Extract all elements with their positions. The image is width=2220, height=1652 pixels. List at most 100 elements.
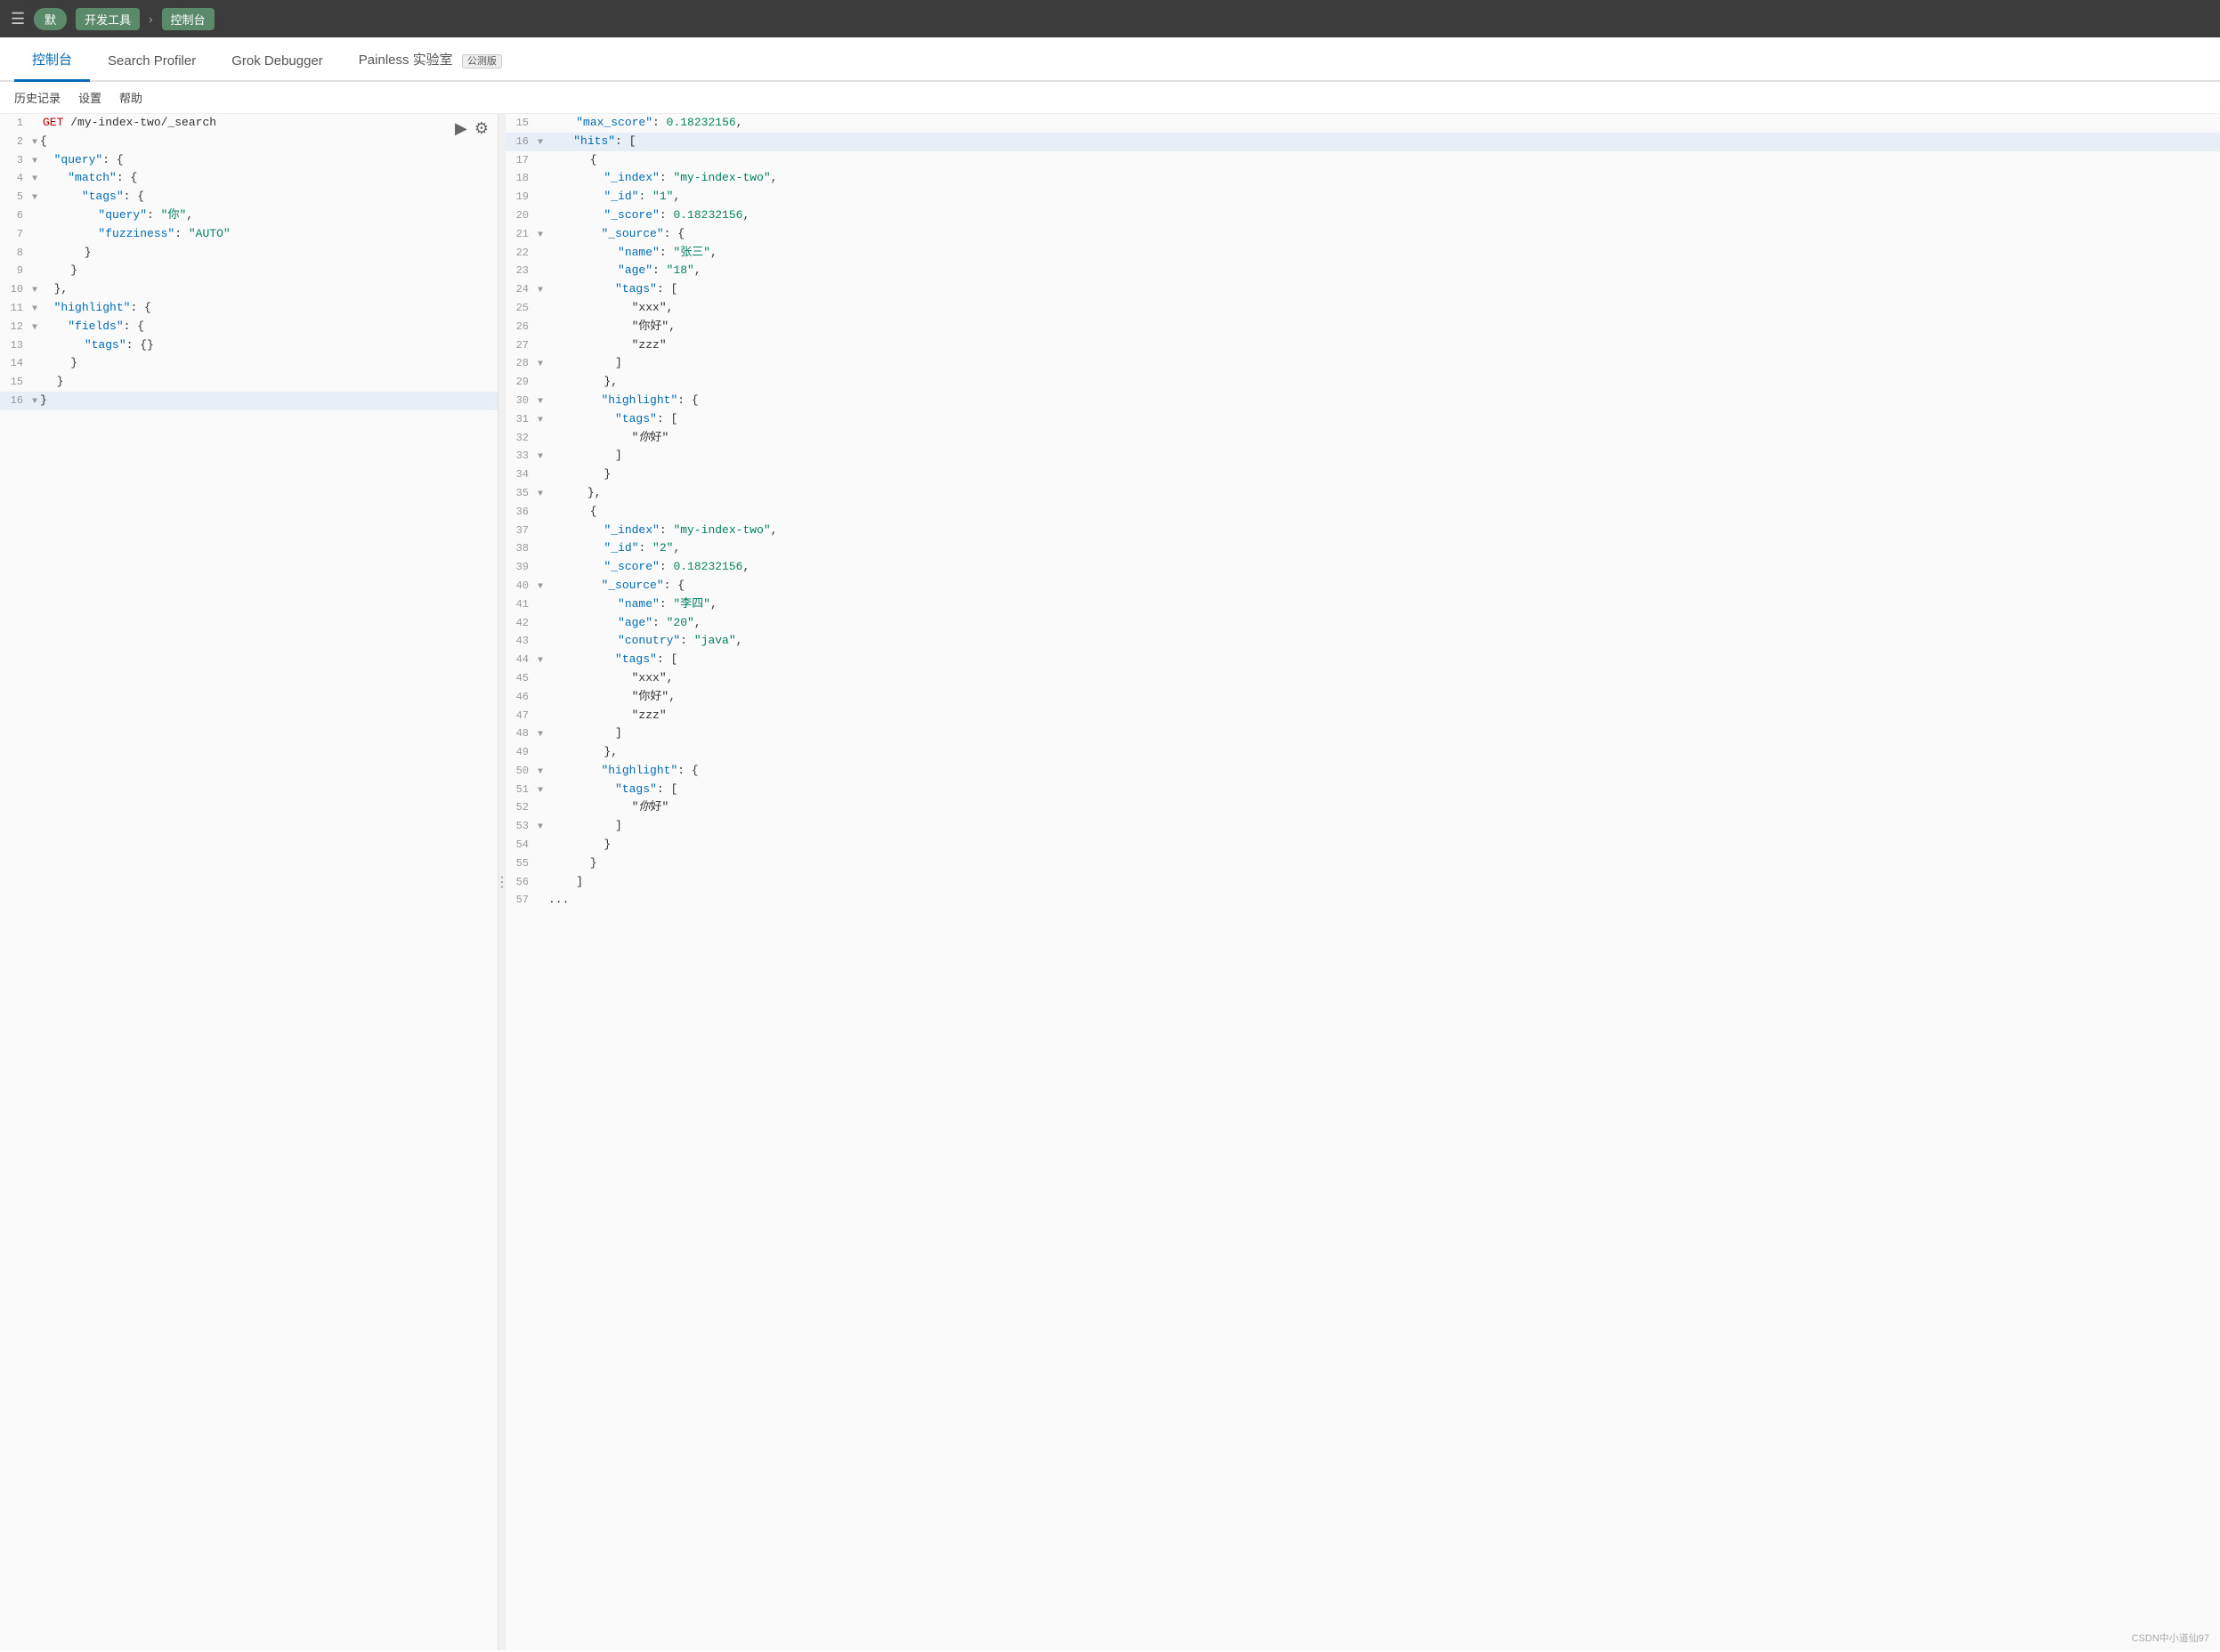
line-number: 16 [509, 134, 538, 150]
line-number: 35 [509, 485, 538, 502]
history-button[interactable]: 历史记录 [14, 89, 61, 106]
response-panel: 15 "max_score": 0.18232156,16▼ "hits": [… [506, 114, 2220, 1650]
editor-line: 16▼} [0, 392, 498, 410]
line-number: 54 [509, 837, 538, 854]
line-content: "name": "张三", [548, 244, 2216, 263]
run-button[interactable]: ▶ [455, 119, 467, 138]
fold-arrow-icon[interactable]: ▼ [538, 284, 543, 298]
editor-line: 2▼{ [0, 133, 498, 151]
response-line: 49 }, [506, 743, 2220, 762]
fold-arrow-icon[interactable]: ▼ [32, 284, 37, 298]
breadcrumb-devtools[interactable]: 开发工具 [76, 8, 140, 30]
line-content: "name": "李四", [548, 595, 2216, 614]
fold-arrow-icon[interactable]: ▼ [538, 654, 543, 668]
line-number: 27 [509, 337, 538, 354]
line-number: 44 [509, 652, 538, 668]
fold-arrow-icon[interactable]: ▼ [538, 580, 543, 595]
breadcrumb-console[interactable]: 控制台 [162, 8, 215, 30]
line-content: "conutry": "java", [548, 632, 2216, 651]
response-line: 22 "name": "张三", [506, 244, 2220, 263]
tab-pill[interactable]: 默 [34, 8, 67, 30]
line-content: { [548, 503, 2216, 522]
fold-arrow-icon[interactable]: ▼ [538, 136, 543, 150]
line-number: 29 [509, 374, 538, 391]
fold-arrow-icon[interactable]: ▼ [538, 821, 543, 835]
editor-line: 5▼ "tags": { [0, 188, 498, 206]
line-content: } [548, 854, 2216, 873]
menu-icon[interactable]: ☰ [11, 10, 25, 28]
line-number: 55 [509, 855, 538, 872]
copy-as-curl-button[interactable]: ⚙ [474, 119, 489, 138]
line-number: 26 [509, 319, 538, 336]
line-content: }, [40, 280, 494, 299]
fold-arrow-icon[interactable]: ▼ [32, 191, 37, 206]
line-content: ] [546, 447, 2216, 466]
line-number: 10 [4, 281, 32, 298]
line-number: 48 [509, 725, 538, 742]
line-content: "_source": { [546, 577, 2216, 595]
line-number: 7 [4, 226, 32, 243]
line-number: 32 [509, 430, 538, 447]
line-number: 49 [509, 744, 538, 761]
line-content: "xxx", [548, 669, 2216, 688]
editor-line: 4▼ "match": { [0, 169, 498, 188]
line-content: "你好" [548, 429, 2216, 448]
response-line: 34 } [506, 466, 2220, 484]
tab-console[interactable]: 控制台 [14, 37, 90, 82]
response-line: 57... [506, 891, 2220, 910]
fold-arrow-icon[interactable]: ▼ [538, 488, 543, 502]
fold-arrow-icon[interactable]: ▼ [538, 765, 543, 780]
line-number: 38 [509, 540, 538, 557]
fold-arrow-icon[interactable]: ▼ [538, 358, 543, 372]
line-number: 30 [509, 393, 538, 409]
line-content: "xxx", [548, 299, 2216, 318]
response-line: 28▼ ] [506, 354, 2220, 373]
line-number: 50 [509, 763, 538, 780]
panel-divider[interactable]: ⋮ [498, 114, 506, 1650]
query-editor-panel: ▶ ⚙ 1GET /my-index-two/_search2▼{3▼ "que… [0, 114, 498, 1650]
fold-arrow-icon[interactable]: ▼ [32, 173, 37, 187]
response-line: 26 "你好", [506, 318, 2220, 336]
tab-grok-debugger[interactable]: Grok Debugger [214, 41, 341, 82]
line-content: "highlight": { [40, 299, 494, 318]
fold-arrow-icon[interactable]: ▼ [32, 303, 37, 317]
line-number: 53 [509, 818, 538, 835]
line-number: 24 [509, 281, 538, 298]
toolbar: 历史记录 设置 帮助 [0, 82, 2220, 114]
line-number: 6 [4, 207, 32, 224]
editor-line: 15 } [0, 373, 498, 392]
line-content: "tags": [ [546, 410, 2216, 429]
response-line: 19 "_id": "1", [506, 188, 2220, 206]
response-line: 46 "你好", [506, 688, 2220, 707]
code-editor[interactable]: 1GET /my-index-two/_search2▼{3▼ "query":… [0, 114, 498, 1650]
fold-arrow-icon[interactable]: ▼ [538, 414, 543, 428]
fold-arrow-icon[interactable]: ▼ [32, 136, 37, 150]
fold-arrow-icon[interactable]: ▼ [538, 395, 543, 409]
line-number: 33 [509, 448, 538, 465]
fold-arrow-icon[interactable]: ▼ [538, 229, 543, 243]
fold-arrow-icon[interactable]: ▼ [538, 450, 543, 465]
tab-search-profiler[interactable]: Search Profiler [90, 41, 214, 82]
line-number: 43 [509, 633, 538, 650]
fold-arrow-icon[interactable]: ▼ [32, 155, 37, 169]
fold-arrow-icon[interactable]: ▼ [32, 395, 37, 409]
line-content: "age": "18", [548, 262, 2216, 280]
line-content: "tags": {} [43, 336, 494, 355]
fold-arrow-icon[interactable]: ▼ [32, 321, 37, 336]
tab-painless-lab[interactable]: Painless 实验室 公测版 [341, 37, 520, 82]
line-number: 37 [509, 522, 538, 539]
settings-button[interactable]: 设置 [78, 89, 101, 106]
line-content: "tags": { [40, 188, 494, 206]
response-line: 35▼ }, [506, 484, 2220, 503]
fold-arrow-icon[interactable]: ▼ [538, 784, 543, 798]
line-content: GET /my-index-two/_search [43, 114, 494, 133]
editor-line: 11▼ "highlight": { [0, 299, 498, 318]
response-line: 45 "xxx", [506, 669, 2220, 688]
line-number: 41 [509, 596, 538, 613]
nav-tabs: 控制台 Search Profiler Grok Debugger Painle… [0, 37, 2220, 82]
line-content: "_index": "my-index-two", [548, 522, 2216, 540]
fold-arrow-icon[interactable]: ▼ [538, 728, 543, 742]
response-editor: 15 "max_score": 0.18232156,16▼ "hits": [… [506, 114, 2220, 910]
help-button[interactable]: 帮助 [119, 89, 142, 106]
response-line: 48▼ ] [506, 725, 2220, 743]
